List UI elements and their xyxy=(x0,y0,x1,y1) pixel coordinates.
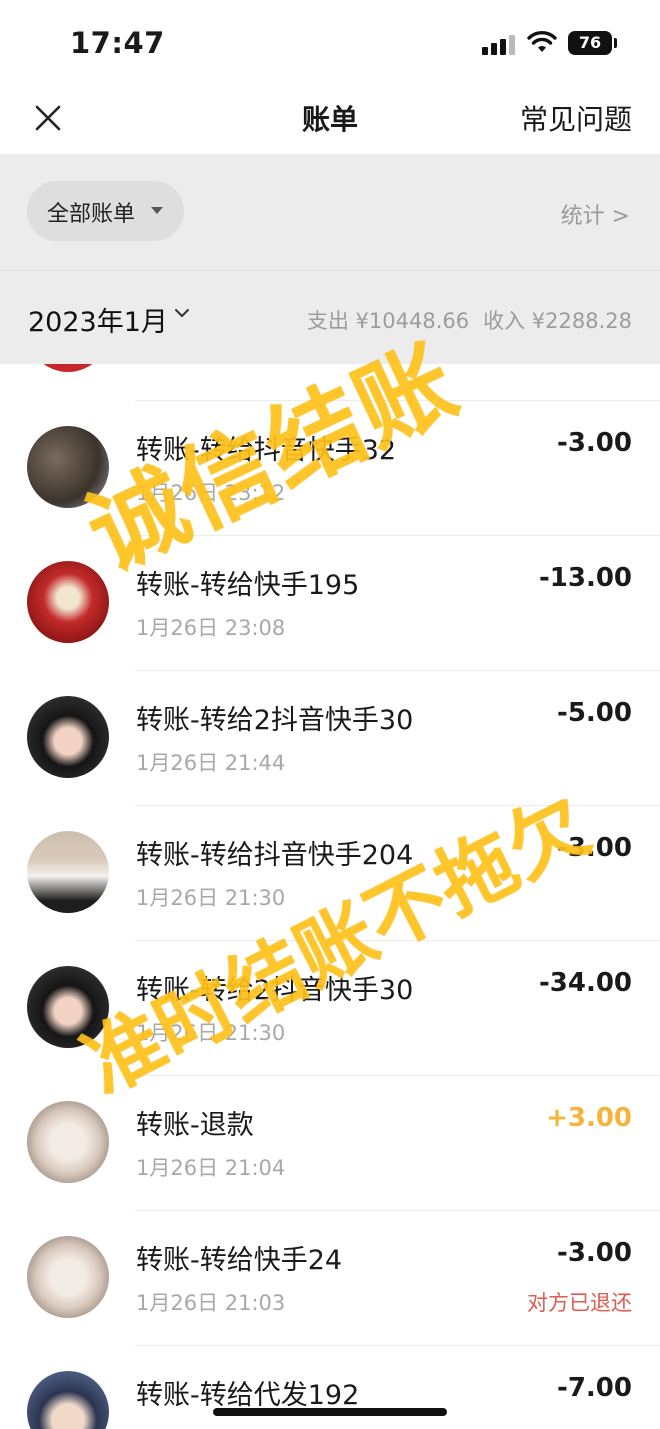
avatar xyxy=(27,966,109,1048)
divider xyxy=(135,805,660,806)
status-time: 17:47 xyxy=(70,26,165,60)
transaction-time: 1月26日 21:30 xyxy=(136,886,286,910)
list-item[interactable]: 转账-退款 1月26日 21:04 +3.00 xyxy=(0,1075,660,1210)
transaction-time: 1月26日 23:08 xyxy=(136,616,286,640)
transaction-title: 转账-退款 xyxy=(136,1110,254,1141)
battery-icon: 76 xyxy=(568,31,612,55)
month-selector[interactable]: 2023年1月 xyxy=(28,300,168,339)
transaction-title: 转账-转给抖音快手204 xyxy=(136,840,414,871)
divider xyxy=(135,1210,660,1211)
refund-status: 对方已退还 xyxy=(527,1291,632,1315)
avatar xyxy=(27,426,109,508)
transaction-title: 转账-转给快手24 xyxy=(136,1245,343,1276)
expense-total: 支出 ¥10448.66 xyxy=(306,309,470,333)
avatar xyxy=(27,831,109,913)
divider xyxy=(135,670,660,671)
bill-type-dropdown[interactable]: 全部账单 xyxy=(27,181,184,241)
month-summary: 支出 ¥10448.66 收入 ¥2288.28 xyxy=(293,305,632,335)
list-item[interactable]: 转账-转给抖音快手204 1月26日 21:30 -3.00 xyxy=(0,805,660,940)
avatar xyxy=(27,364,109,372)
transaction-time: 1月26日 21:03 xyxy=(136,1291,286,1315)
transaction-time: 1月26日 21:44 xyxy=(136,751,286,775)
transaction-list: 转账-转给抖音快手32 1月26日 23:12 -3.00 转账-转给快手195… xyxy=(0,364,660,1429)
transaction-title: 转账-转给2抖音快手30 xyxy=(136,975,414,1006)
divider xyxy=(135,1075,660,1076)
transaction-title: 转账-转给抖音快手32 xyxy=(136,435,397,466)
filter-bar: 全部账单 统计 > xyxy=(0,154,660,270)
divider xyxy=(135,400,660,401)
income-total: 收入 ¥2288.28 xyxy=(483,309,632,333)
divider xyxy=(135,940,660,941)
stats-link[interactable]: 统计 > xyxy=(561,198,630,230)
transaction-amount: -7.00 xyxy=(557,1373,632,1403)
divider xyxy=(135,1345,660,1346)
avatar xyxy=(27,1101,109,1183)
list-item[interactable]: 转账-转给快手195 1月26日 23:08 -13.00 xyxy=(0,535,660,670)
chevron-down-icon[interactable] xyxy=(175,306,189,320)
avatar xyxy=(27,561,109,643)
transaction-amount: -3.00 xyxy=(557,1238,632,1268)
bill-type-label: 全部账单 xyxy=(47,202,136,227)
list-item[interactable] xyxy=(0,364,660,399)
transaction-time: 1月26日 21:30 xyxy=(136,1021,286,1045)
avatar xyxy=(27,696,109,778)
caret-down-icon xyxy=(151,207,163,214)
transaction-amount: -34.00 xyxy=(538,968,632,998)
avatar xyxy=(27,1236,109,1318)
nav-bar: 账单 常见问题 xyxy=(0,88,660,154)
transaction-amount: -3.00 xyxy=(557,428,632,458)
list-item[interactable]: 转账-转给抖音快手32 1月26日 23:12 -3.00 xyxy=(0,400,660,535)
transaction-amount: -5.00 xyxy=(557,698,632,728)
transaction-time: 1月26日 21:04 xyxy=(136,1156,286,1180)
transaction-title: 转账-转给代发192 xyxy=(136,1380,360,1411)
home-indicator[interactable] xyxy=(213,1408,447,1416)
transaction-amount: -3.00 xyxy=(557,833,632,863)
transaction-title: 转账-转给快手195 xyxy=(136,570,360,601)
faq-link[interactable]: 常见问题 xyxy=(520,98,632,138)
wifi-icon xyxy=(527,31,557,52)
transaction-time: 1月26日 23:12 xyxy=(136,481,286,505)
list-item[interactable]: 转账-转给代发192 -7.00 xyxy=(0,1345,660,1429)
battery-tip xyxy=(614,38,617,48)
list-item[interactable]: 转账-转给快手24 1月26日 21:03 -3.00 对方已退还 xyxy=(0,1210,660,1345)
transaction-amount: +3.00 xyxy=(546,1103,632,1133)
signal-icon xyxy=(482,33,518,55)
list-item[interactable]: 转账-转给2抖音快手30 1月26日 21:30 -34.00 xyxy=(0,940,660,1075)
avatar xyxy=(27,1371,109,1429)
divider xyxy=(135,535,660,536)
status-bar: 17:47 76 xyxy=(0,0,660,88)
transaction-title: 转账-转给2抖音快手30 xyxy=(136,705,414,736)
month-header: 2023年1月 支出 ¥10448.66 收入 ¥2288.28 xyxy=(0,270,660,364)
list-item[interactable]: 转账-转给2抖音快手30 1月26日 21:44 -5.00 xyxy=(0,670,660,805)
transaction-amount: -13.00 xyxy=(538,563,632,593)
